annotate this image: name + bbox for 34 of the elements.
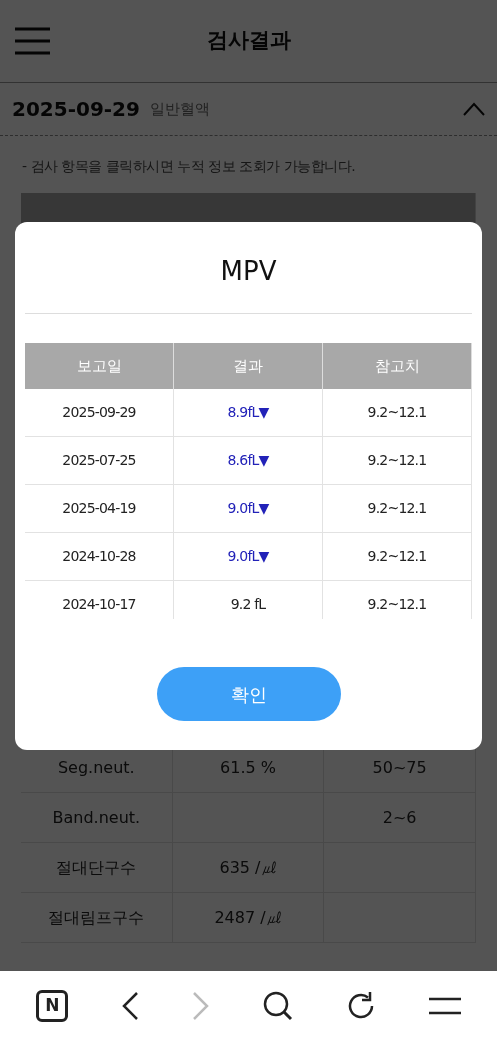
date-cell: 2025-07-25 <box>25 437 174 485</box>
result-cell: 9.0fL▼ <box>174 485 323 533</box>
reference-cell: 9.2~12.1 <box>323 581 472 619</box>
hint-text: - 검사 항목을 클릭하시면 누적 정보 조회가 가능합니다. <box>21 157 357 176</box>
reference-cell: 9.2~12.1 <box>323 437 472 485</box>
column-header: 보고일 <box>25 343 174 389</box>
result-cell: 9.0fL▼ <box>174 533 323 581</box>
test-name-cell[interactable]: 절대림프구수 <box>21 893 173 943</box>
reference-cell: 2~6 <box>324 793 476 843</box>
column-header: 참고치 <box>323 343 472 389</box>
column-header: 결과 <box>174 343 323 389</box>
confirm-button[interactable]: 확인 <box>156 667 341 721</box>
date-cell: 2024-10-17 <box>25 581 174 619</box>
result-cell: 8.9fL▼ <box>174 389 323 437</box>
result-date: 2025-09-29 <box>12 96 140 123</box>
reference-cell: 9.2~12.1 <box>323 389 472 437</box>
collapse-chevron-icon[interactable] <box>463 102 485 116</box>
date-cell: 2024-10-28 <box>25 533 174 581</box>
result-cell: 2487 /㎕ <box>172 893 325 943</box>
back-icon[interactable] <box>121 990 140 1021</box>
page-title: 검사결과 <box>206 27 291 55</box>
reference-cell: 9.2~12.1 <box>323 485 472 533</box>
test-name-cell[interactable]: 절대단구수 <box>21 843 173 893</box>
test-name-cell[interactable]: Band.neut. <box>21 793 173 843</box>
result-cell: 635 /㎕ <box>172 843 325 893</box>
date-cell: 2025-09-29 <box>25 389 174 437</box>
result-cell: 9.2 fL <box>174 581 323 619</box>
result-cell: 8.6fL▼ <box>174 437 323 485</box>
dialog-title: MPV <box>25 222 472 314</box>
reference-cell: 9.2~12.1 <box>323 533 472 581</box>
search-icon[interactable] <box>262 990 293 1021</box>
date-cell: 2025-04-19 <box>25 485 174 533</box>
browser-logo[interactable]: N <box>36 989 69 1022</box>
menu-icon[interactable] <box>428 995 461 1016</box>
